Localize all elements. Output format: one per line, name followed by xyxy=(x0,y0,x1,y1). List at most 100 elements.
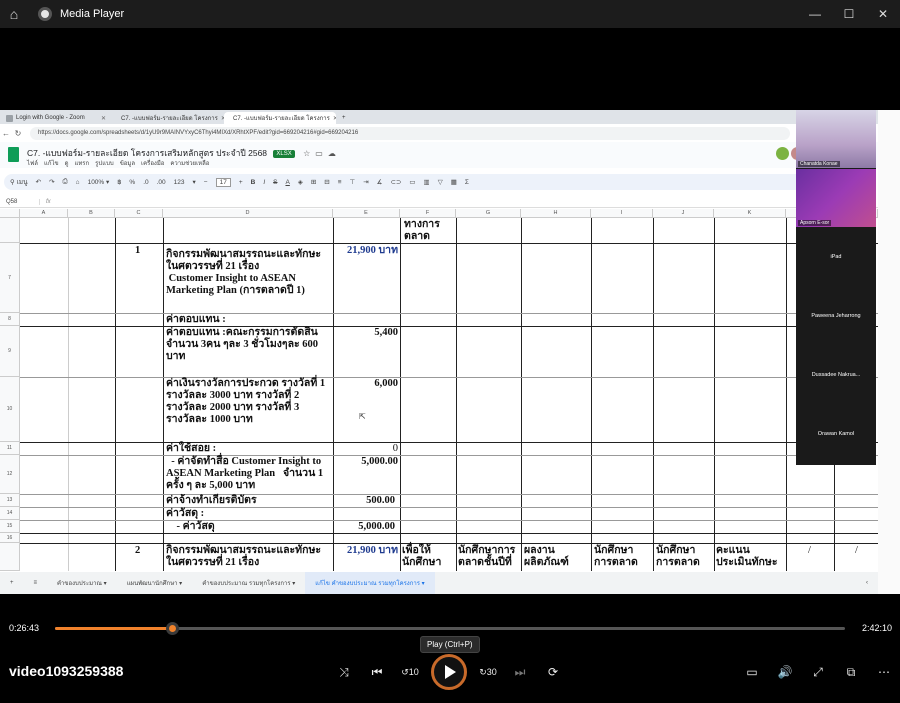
sheet-tab-active[interactable]: แก้ไข คำของบประมาณ รวมทุกโครงการ ▾ xyxy=(305,572,435,594)
font-select[interactable]: ▾ xyxy=(193,178,196,186)
column-header-f[interactable]: F xyxy=(400,209,456,218)
close-icon[interactable]: ✕ xyxy=(866,0,900,28)
browser-tab-active[interactable]: C7. -แบบฟอร์ม-รายละเอียด โครงการ ✕ xyxy=(224,112,336,124)
browser-tab[interactable]: Login with Google - Zoom ✕ xyxy=(0,112,112,124)
reload-icon[interactable]: ↻ xyxy=(12,129,24,138)
seek-bar[interactable] xyxy=(55,622,845,635)
merge-icon[interactable]: ⊟ xyxy=(324,178,329,186)
rewind-10-icon[interactable]: ↺10 xyxy=(398,660,422,684)
currency-button[interactable]: ฿ xyxy=(117,178,121,186)
participant-tile[interactable]: Paweena Jeharrong xyxy=(796,287,876,345)
minimize-icon[interactable]: — xyxy=(798,0,832,28)
number-format-button[interactable]: 123 xyxy=(174,179,185,186)
all-sheets-icon[interactable]: ≡ xyxy=(24,580,48,586)
wrap-icon[interactable]: ⇥ xyxy=(363,178,368,186)
play-button[interactable] xyxy=(431,654,467,690)
video-frame[interactable]: Login with Google - Zoom ✕ C7. -แบบฟอร์ม-… xyxy=(0,110,878,594)
shuffle-icon[interactable]: ⤨ xyxy=(332,660,356,684)
cell-e12[interactable]: 5,000.00 xyxy=(335,456,398,468)
cell-d11[interactable]: ค่าใช้สอย : xyxy=(166,443,216,455)
seek-thumb[interactable] xyxy=(165,622,179,635)
row-header[interactable]: 9 xyxy=(0,326,20,377)
font-size-input[interactable]: 17 xyxy=(215,177,231,187)
cell-k-last[interactable]: คะแนน ประเมินทักษะ xyxy=(716,545,777,569)
percent-button[interactable]: % xyxy=(129,179,135,186)
column-header-d[interactable]: D xyxy=(163,209,333,218)
valign-icon[interactable]: ⊤ xyxy=(350,178,356,186)
captions-icon[interactable]: ▭ xyxy=(740,660,764,684)
avatar[interactable] xyxy=(776,147,790,160)
row-header[interactable]: 10 xyxy=(0,377,20,442)
home-icon[interactable]: ⌂ xyxy=(0,0,28,28)
paint-format-icon[interactable]: ⌂ xyxy=(76,179,80,186)
next-icon[interactable]: ⏭ xyxy=(508,660,532,684)
cell-reference[interactable]: Q58 xyxy=(0,198,40,205)
column-header-c[interactable]: C xyxy=(115,209,163,218)
cell-d8[interactable]: ค่าตอบแทน : xyxy=(166,314,226,326)
row-header[interactable]: 7 xyxy=(0,243,20,313)
row-header[interactable]: 8 xyxy=(0,313,20,326)
participant-tile[interactable]: iPad xyxy=(796,228,876,286)
cell-d14[interactable]: ค่าวัสดุ : xyxy=(166,508,204,520)
row-header[interactable]: 15 xyxy=(0,520,20,533)
cell-e13[interactable]: 500.00 xyxy=(335,495,395,507)
cell-e7[interactable]: 21,900 บาท xyxy=(335,245,398,257)
column-header-j[interactable]: J xyxy=(653,209,714,218)
scroll-left-icon[interactable]: ‹ xyxy=(856,580,878,586)
menu-file[interactable]: ไฟล์ xyxy=(27,158,38,168)
print-icon[interactable]: ⎙ xyxy=(62,178,67,186)
row-header[interactable]: 11 xyxy=(0,442,20,455)
column-header-g[interactable]: G xyxy=(456,209,521,218)
cell-d9[interactable]: ค่าตอบแทน :คณะกรรมการตัดสิน จำนวน 3คน ๆล… xyxy=(166,327,332,363)
cell-e9[interactable]: 5,400 xyxy=(335,327,398,339)
align-icon[interactable]: ≡ xyxy=(338,179,342,186)
cell-c-last[interactable]: 2 xyxy=(135,545,140,557)
menu-data[interactable]: ข้อมูล xyxy=(120,158,135,168)
filter-views-icon[interactable]: ▦ xyxy=(451,178,457,186)
cell-h-last[interactable]: ผลงาน ผลิตภัณฑ์ xyxy=(524,545,569,569)
close-tab-icon[interactable]: ✕ xyxy=(101,115,106,122)
cell-e10[interactable]: 6,000 xyxy=(335,378,398,390)
volume-icon[interactable]: 🔊 xyxy=(773,660,797,684)
column-header-i[interactable]: I xyxy=(591,209,653,218)
browser-tab[interactable]: C7. -แบบฟอร์ม-รายละเอียด โครงการ ✕ xyxy=(112,112,224,124)
menu-tools[interactable]: เครื่องมือ xyxy=(141,158,164,168)
rotate-icon[interactable]: ∡ xyxy=(377,178,383,186)
cell-c7[interactable]: 1 xyxy=(135,245,140,257)
fullscreen-icon[interactable]: ⤢ xyxy=(806,660,830,684)
star-icon[interactable]: ☆ xyxy=(303,149,315,158)
column-header-h[interactable]: H xyxy=(521,209,591,218)
column-header-k[interactable]: K xyxy=(714,209,786,218)
cell-d15[interactable]: - ค่าวัสดุ xyxy=(166,521,215,533)
cell-l-last[interactable]: / xyxy=(808,545,811,557)
more-options-icon[interactable]: ⋯ xyxy=(872,660,896,684)
bold-icon[interactable]: B xyxy=(251,179,256,186)
cloud-icon[interactable]: ☁ xyxy=(328,149,341,158)
row-header[interactable] xyxy=(0,218,20,243)
increase-decimal-button[interactable]: .00 xyxy=(157,179,166,186)
row-header[interactable] xyxy=(0,543,20,571)
column-header-b[interactable]: B xyxy=(68,209,115,218)
functions-icon[interactable]: Σ xyxy=(465,179,469,186)
cell-g-last[interactable]: นักศึกษาการ ตลาดชั้นปีที่ xyxy=(458,545,515,569)
cell-m-last[interactable]: / xyxy=(855,545,858,557)
participant-tile[interactable]: Dussadee Nakrua... xyxy=(796,346,876,404)
text-color-icon[interactable]: A xyxy=(285,179,289,186)
chart-icon[interactable]: ▥ xyxy=(424,178,430,186)
sheet-tab[interactable]: คำของบประมาณ ▾ xyxy=(47,578,117,588)
cell-f-last[interactable]: เพื่อให้ นักศึกษา xyxy=(402,545,441,569)
back-icon[interactable]: ← xyxy=(0,129,12,138)
cell-d-last[interactable]: กิจกรรมพัฒนาสมรรถนะและทักษะ ในศตวรรษที่ … xyxy=(166,545,332,569)
column-header-a[interactable]: A xyxy=(20,209,68,218)
menu-help[interactable]: ความช่วยเหลือ xyxy=(170,158,209,168)
cell-d13[interactable]: ค่าจ้างทำเกียรติบัตร xyxy=(166,495,257,507)
cell-d12[interactable]: - ค่าจัดทำสื่อ Customer Insight to ASEAN… xyxy=(166,456,332,492)
menu-view[interactable]: ดู xyxy=(65,158,69,168)
participant-video[interactable]: Apsorn E-sor xyxy=(796,169,876,227)
cell-d10[interactable]: ค่าเงินรางวัลการประกวด รางวัลที่ 1 รางวั… xyxy=(166,378,332,426)
cell-j-last[interactable]: นักศึกษา การตลาด xyxy=(656,545,700,569)
menu-edit[interactable]: แก้ไข xyxy=(44,158,59,168)
filter-icon[interactable]: ▽ xyxy=(438,178,443,186)
add-sheet-icon[interactable]: + xyxy=(0,580,24,586)
italic-icon[interactable]: I xyxy=(263,179,265,186)
